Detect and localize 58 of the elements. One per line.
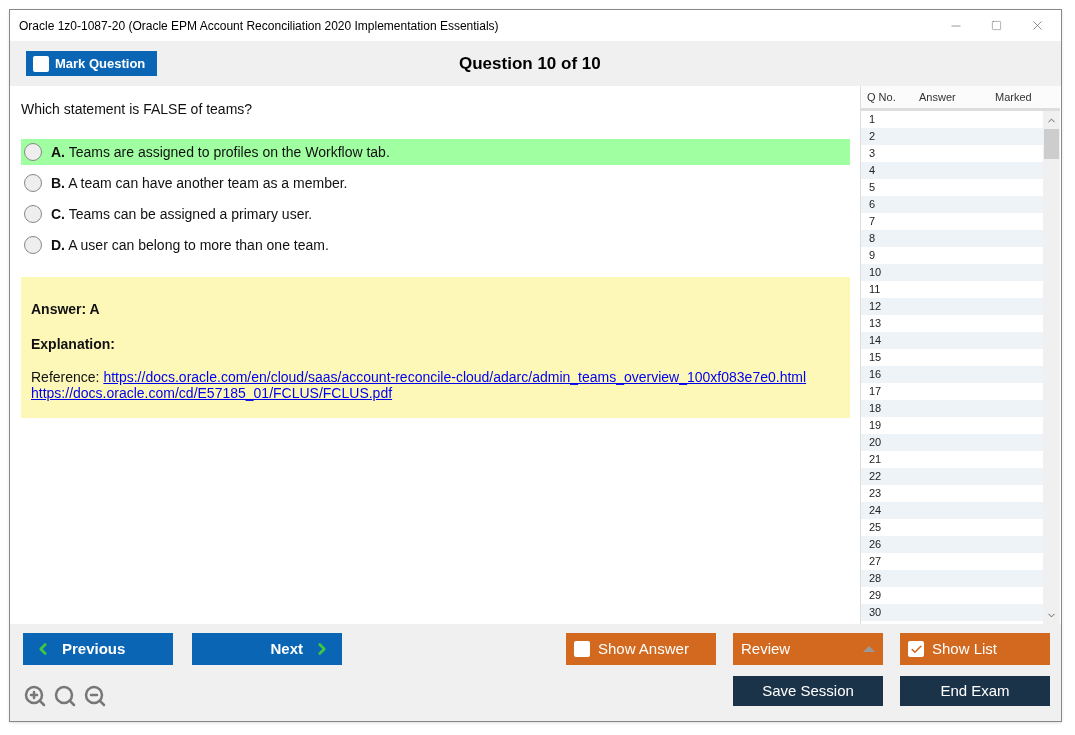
question-row[interactable]: 18 [861, 400, 1043, 417]
reference-paragraph: Reference: https://docs.oracle.com/en/cloud/saas/account-reconcile-cloud/adarc/admin_teams_overview_100xf083e7e0.html https://docs.oracle.com/cd/E57185_01/FCLUS/FCLUS.pdf [31, 369, 808, 401]
checkbox[interactable] [574, 641, 590, 657]
question-row[interactable]: 30 [861, 604, 1043, 621]
zoom-out-icon[interactable] [83, 684, 107, 708]
radio-button[interactable] [24, 143, 42, 161]
radio-button[interactable] [24, 205, 42, 223]
explanation-label: Explanation: [31, 335, 116, 354]
question-row[interactable]: 28 [861, 570, 1043, 587]
next-button[interactable]: Next [192, 633, 342, 665]
answer-option[interactable]: D. A user can belong to more than one team. [21, 232, 850, 258]
radio-button[interactable] [24, 236, 42, 254]
option-text: A. Teams are assigned to profiles on the Workflow tab. [51, 142, 390, 162]
question-row[interactable]: 2 [861, 128, 1043, 145]
question-row[interactable]: 12 [861, 298, 1043, 315]
search-icon[interactable] [53, 684, 77, 708]
option-text: B. A team can have another team as a member. [51, 173, 348, 193]
close-icon[interactable] [1030, 18, 1045, 33]
review-button[interactable]: Review [733, 633, 883, 665]
answer-option[interactable]: C. Teams can be assigned a primary user. [21, 201, 850, 227]
answer-text: Answer: A [31, 300, 101, 319]
question-row[interactable]: 16 [861, 366, 1043, 383]
question-row[interactable]: 24 [861, 502, 1043, 519]
question-row[interactable]: 8 [861, 230, 1043, 247]
question-text: Which statement is FALSE of teams? [21, 100, 254, 119]
question-row[interactable]: 10 [861, 264, 1043, 281]
checkbox[interactable] [908, 641, 924, 657]
question-row[interactable]: 22 [861, 468, 1043, 485]
column-header: Answer [918, 89, 957, 105]
column-header: Marked [994, 89, 1032, 105]
option-text: C. Teams can be assigned a primary user. [51, 204, 313, 224]
column-header: Q No. [866, 89, 897, 105]
radio-button[interactable] [24, 174, 42, 192]
question-row[interactable]: 20 [861, 434, 1043, 451]
window-title: Oracle 1z0-1087-20 (Oracle EPM Account Reconciliation 2020 Implementation Essentials) [19, 17, 499, 35]
zoom-in-icon[interactable] [23, 684, 47, 708]
answer-option[interactable]: A. Teams are assigned to profiles on the Workflow tab. [21, 139, 850, 165]
scrollbar-thumb[interactable] [1044, 129, 1059, 159]
end-exam-button[interactable]: End Exam [900, 676, 1050, 706]
reference-link[interactable]: https://docs.oracle.com/en/cloud/saas/account-reconcile-cloud/adarc/admin_teams_overview_100xf083e7e0.html [103, 369, 807, 385]
caret-up-icon [863, 646, 875, 652]
save-session-button[interactable]: Save Session [733, 676, 883, 706]
check-icon [909, 642, 923, 656]
mark-question-button[interactable]: Mark Question [26, 51, 157, 76]
show-answer-button[interactable]: Show Answer [566, 633, 716, 665]
maximize-icon[interactable] [991, 20, 1002, 31]
reference-link[interactable]: https://docs.oracle.com/cd/E57185_01/FCLUS/FCLUS.pdf [31, 385, 393, 401]
answer-option[interactable]: B. A team can have another team as a member. [21, 170, 850, 196]
scrollbar[interactable] [1043, 111, 1060, 624]
question-heading: Question 10 of 10 [459, 52, 601, 75]
previous-button[interactable]: Previous [23, 633, 173, 665]
show-list-button[interactable]: Show List [900, 633, 1050, 665]
option-text: D. A user can belong to more than one team. [51, 235, 329, 255]
question-row[interactable]: 26 [861, 536, 1043, 553]
question-row[interactable]: 4 [861, 162, 1043, 179]
checkbox[interactable] [33, 55, 49, 72]
question-row[interactable]: 14 [861, 332, 1043, 349]
question-row[interactable]: 6 [861, 196, 1043, 213]
